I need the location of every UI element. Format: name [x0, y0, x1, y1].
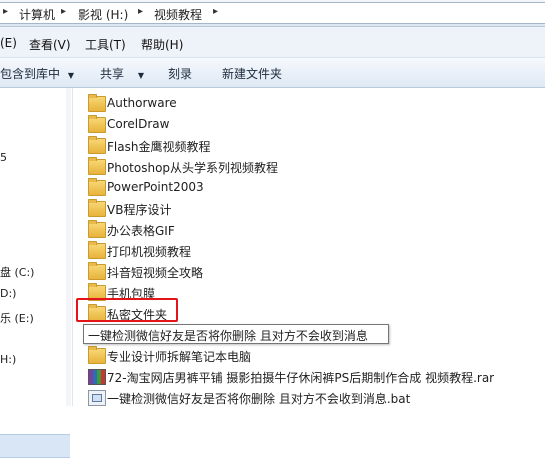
file-row-printer[interactable]: 打印机视频教程 — [86, 240, 541, 261]
nav-marker: 5 — [0, 151, 7, 164]
folder-icon — [88, 241, 106, 259]
folder-icon — [88, 136, 106, 154]
nav-selected-highlight — [0, 434, 70, 458]
file-name: PowerPoint2003 — [107, 180, 204, 194]
folder-icon — [88, 346, 106, 364]
chevron-down-icon: ▼ — [67, 71, 74, 80]
folder-icon — [88, 262, 106, 280]
breadcrumb-computer[interactable]: 计算机 — [19, 6, 55, 23]
command-bar: 包含到库中 ▼ 共享 ▼ 刻录 新建文件夹 — [0, 58, 545, 88]
file-name: Authorware — [107, 96, 177, 110]
share-button[interactable]: 共享 ▼ — [100, 65, 144, 82]
menu-help[interactable]: 帮助(H) — [141, 36, 183, 53]
tooltip-text: 一键检测微信好友是否将你删除 且对方不会收到消息 — [88, 329, 368, 343]
filename-tooltip: 一键检测微信好友是否将你删除 且对方不会收到消息 — [83, 324, 389, 344]
chevron-down-icon: ▼ — [137, 71, 144, 80]
file-row-flash[interactable]: Flash金鹰视频教程 — [86, 135, 541, 156]
nav-item-drive-e[interactable]: 乐 (E:) — [0, 310, 34, 326]
file-row-office-gif[interactable]: 办公表格GIF — [86, 219, 541, 240]
new-folder-button[interactable]: 新建文件夹 — [222, 65, 282, 82]
file-row-douyin[interactable]: 抖音短视频全攻略 — [86, 261, 541, 282]
file-row-authorware[interactable]: Authorware — [86, 93, 541, 114]
breadcrumb-video-tutorials[interactable]: 视频教程 — [154, 6, 202, 23]
file-name: 专业设计师拆解笔记本电脑 — [107, 350, 252, 364]
address-bar: ▸ 计算机 ▸ 影视 (H:) ▸ 视频教程 ▸ — [0, 0, 545, 27]
burn-button[interactable]: 刻录 — [168, 65, 192, 82]
breadcrumb-separator-icon[interactable]: ▸ — [3, 6, 8, 17]
include-in-library-label: 包含到库中 — [0, 67, 61, 81]
highlight-annotation-box — [76, 298, 178, 322]
navigation-pane: 5 盘 (C:) D:) 乐 (E:) H:) — [0, 88, 73, 458]
share-label: 共享 — [100, 67, 125, 81]
folder-icon — [88, 94, 106, 112]
file-name: 打印机视频教程 — [107, 245, 192, 259]
file-name: Photoshop从头学系列视频教程 — [107, 161, 279, 175]
folder-icon — [88, 178, 106, 196]
folder-icon — [88, 157, 106, 175]
menu-tools[interactable]: 工具(T) — [85, 36, 126, 53]
file-name: VB程序设计 — [107, 203, 172, 217]
batch-file-icon — [88, 390, 106, 406]
nav-item-drive-c[interactable]: 盘 (C:) — [0, 264, 34, 280]
nav-item-drive-h[interactable]: H:) — [0, 353, 16, 366]
file-row-vb[interactable]: VB程序设计 — [86, 198, 541, 219]
file-row-laptop-teardown[interactable]: 专业设计师拆解笔记本电脑 — [86, 345, 541, 366]
breadcrumb-separator-icon[interactable]: ▸ — [138, 6, 143, 17]
file-row-photoshop[interactable]: Photoshop从头学系列视频教程 — [86, 156, 541, 177]
file-row-bat-script[interactable]: 一键检测微信好友是否将你删除 且对方不会收到消息.bat — [86, 387, 541, 408]
folder-icon — [88, 220, 106, 238]
breadcrumb-separator-icon[interactable]: ▸ — [61, 6, 66, 17]
file-name: 抖音短视频全攻略 — [107, 266, 204, 280]
file-row-powerpoint[interactable]: PowerPoint2003 — [86, 177, 541, 198]
include-in-library-button[interactable]: 包含到库中 ▼ — [0, 65, 74, 82]
file-row-rar-archive[interactable]: 72-淘宝网店男裤平铺 摄影拍摄牛仔休闲裤PS后期制作合成 视频教程.rar — [86, 366, 541, 387]
file-name: Flash金鹰视频教程 — [107, 140, 211, 154]
breadcrumb-separator-icon[interactable]: ▸ — [213, 6, 218, 17]
address-box[interactable]: ▸ 计算机 ▸ 影视 (H:) ▸ 视频教程 ▸ — [0, 2, 545, 24]
menu-view[interactable]: 查看(V) — [29, 36, 71, 53]
folder-icon — [88, 115, 106, 133]
breadcrumb-drive-h[interactable]: 影视 (H:) — [78, 6, 128, 23]
file-name: 一键检测微信好友是否将你删除 且对方不会收到消息.bat — [107, 392, 411, 406]
file-name: 72-淘宝网店男裤平铺 摄影拍摄牛仔休闲裤PS后期制作合成 视频教程.rar — [107, 371, 495, 385]
file-name: CorelDraw — [107, 117, 170, 131]
file-row-coreldraw[interactable]: CorelDraw — [86, 114, 541, 135]
file-name: 办公表格GIF — [107, 224, 175, 238]
menu-edit[interactable]: (E) — [0, 36, 17, 50]
rar-archive-icon — [88, 369, 106, 385]
menu-bar: (E) 查看(V) 工具(T) 帮助(H) — [0, 27, 545, 58]
nav-scrollbar[interactable] — [66, 88, 71, 406]
folder-icon — [88, 199, 106, 217]
nav-item-drive-d[interactable]: D:) — [0, 287, 16, 300]
